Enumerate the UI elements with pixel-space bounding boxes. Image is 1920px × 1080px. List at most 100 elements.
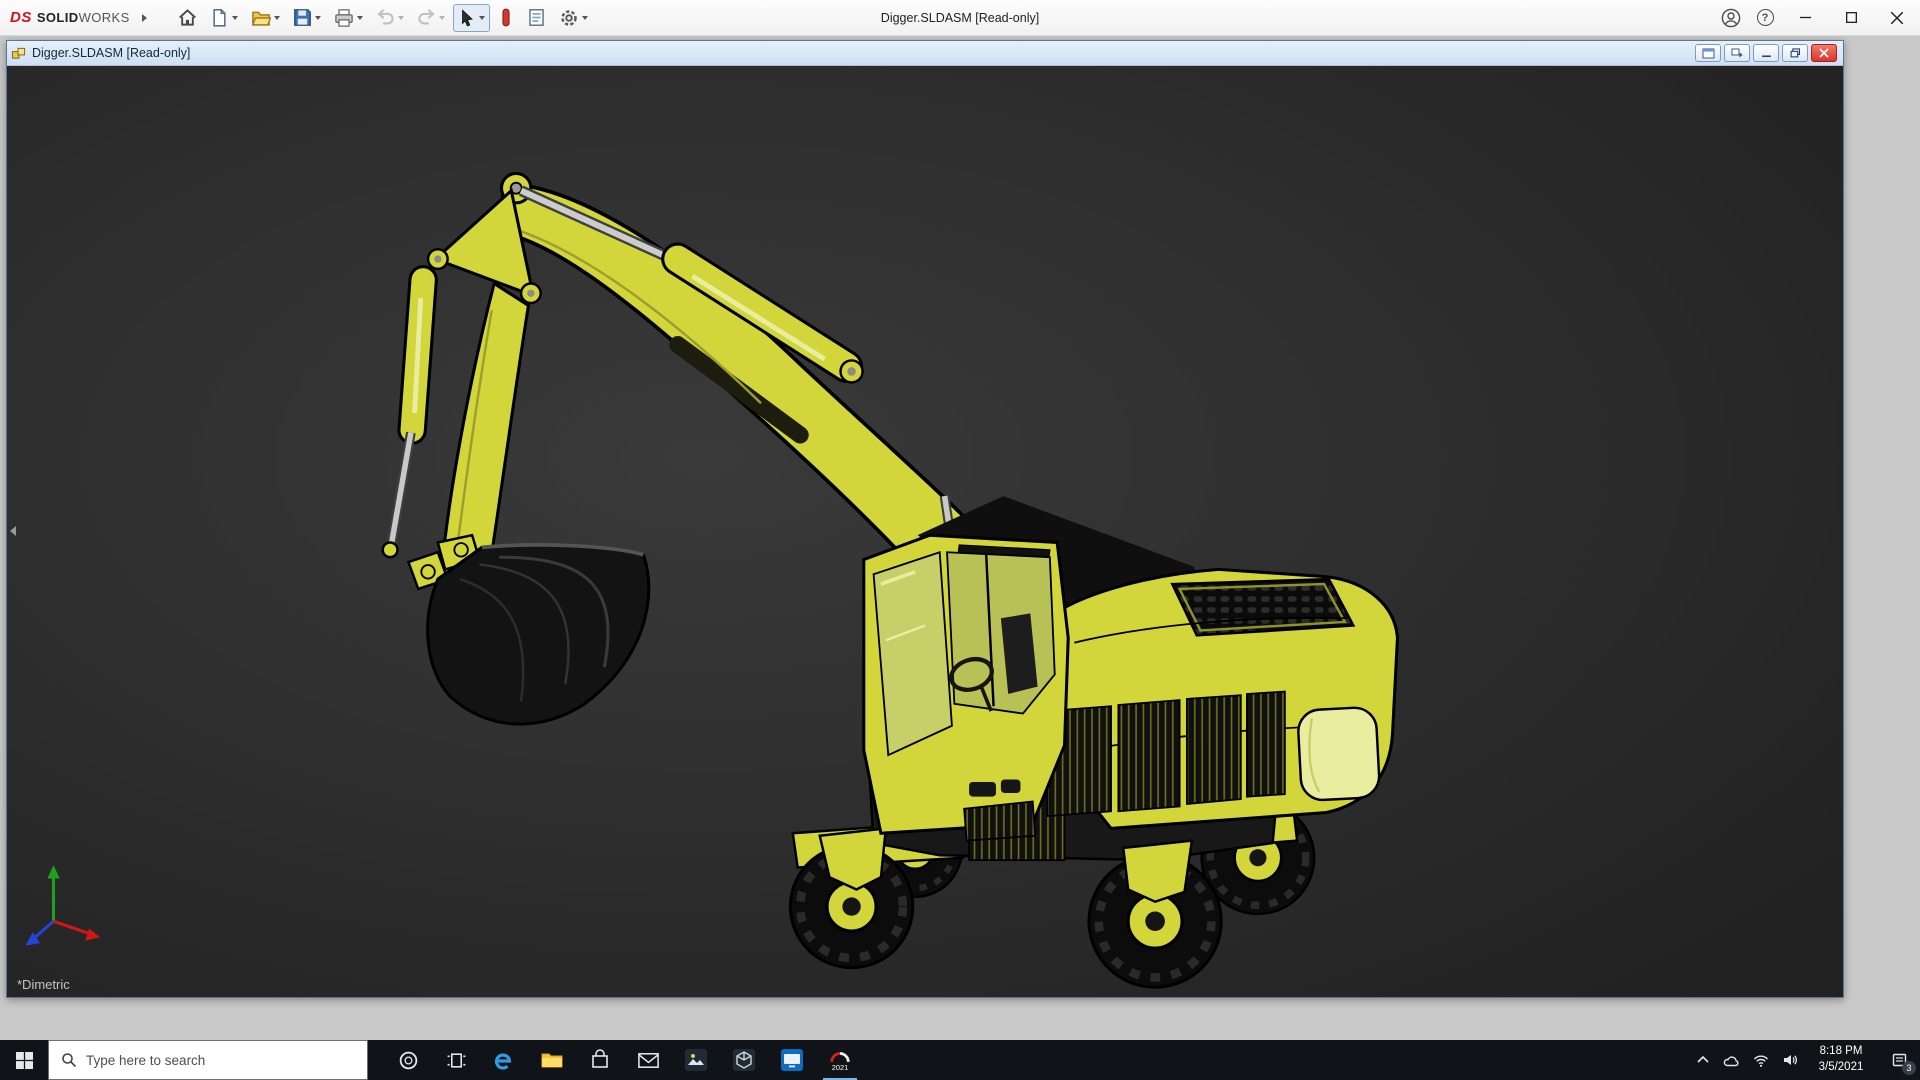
- help-icon: ?: [1756, 9, 1774, 26]
- taskbar: 2021 8:18 PM 3/5/2021: [0, 1040, 1920, 1080]
- close-button[interactable]: [1874, 0, 1920, 36]
- speaker-icon: [1783, 1055, 1797, 1065]
- store-button[interactable]: [576, 1040, 624, 1080]
- account-button[interactable]: [1714, 0, 1748, 36]
- graphics-viewport[interactable]: *Dimetric: [7, 66, 1843, 997]
- taskbar-search[interactable]: [48, 1040, 368, 1080]
- caret-down-icon: [356, 15, 363, 20]
- photos-icon: [685, 1049, 707, 1071]
- save-button[interactable]: [288, 4, 326, 32]
- volume-tray-button[interactable]: [1775, 1040, 1804, 1080]
- mail-icon: [637, 1052, 659, 1068]
- file-explorer-button[interactable]: [528, 1040, 576, 1080]
- minimize-button[interactable]: [1782, 0, 1828, 36]
- cascade-window-icon: [1702, 48, 1714, 58]
- rebuild-button[interactable]: [493, 4, 519, 32]
- onedrive-tray-button[interactable]: [1717, 1040, 1746, 1080]
- caret-down-icon: [231, 15, 238, 20]
- cab[interactable]: [862, 533, 1070, 842]
- titlebar-right: ?: [1714, 0, 1920, 35]
- redo-icon: [418, 8, 435, 25]
- solidworks-icon: 2021: [830, 1052, 850, 1072]
- main-toolbar: [173, 3, 593, 32]
- person-icon: [1721, 8, 1741, 27]
- search-icon: [62, 1053, 77, 1068]
- doc-close-button[interactable]: [1811, 44, 1837, 62]
- select-cursor-icon: [461, 8, 473, 27]
- document-window: Digger.SLDASM [Read-only] *Dimetric: [6, 40, 1844, 998]
- doc-tile-button[interactable]: [1724, 44, 1750, 62]
- clock-date: 3/5/2021: [1818, 1061, 1864, 1073]
- caret-down-icon: [314, 15, 321, 20]
- open-button[interactable]: [246, 4, 285, 32]
- start-button[interactable]: [0, 1040, 48, 1080]
- home-button[interactable]: [173, 4, 202, 32]
- task-view-button[interactable]: [432, 1040, 480, 1080]
- clock-time: 8:18 PM: [1819, 1045, 1863, 1058]
- rebuild-icon: [502, 8, 510, 27]
- gear-icon: [560, 9, 577, 26]
- taskbar-clock[interactable]: 8:18 PM 3/5/2021: [1804, 1044, 1878, 1075]
- view-orientation-label: *Dimetric: [17, 977, 70, 992]
- help-button[interactable]: ?: [1748, 0, 1782, 36]
- redo-button[interactable]: [412, 4, 450, 32]
- close-icon: [1819, 48, 1829, 58]
- side-vent: [1186, 694, 1242, 805]
- solidworks-logo[interactable]: DS SOLIDWORKS: [0, 9, 147, 26]
- side-vent: [1117, 699, 1181, 813]
- search-input[interactable]: [86, 1052, 336, 1068]
- doc-cascade-button[interactable]: [1695, 44, 1721, 62]
- new-document-icon: [213, 9, 226, 27]
- tile-window-icon: [1731, 48, 1743, 57]
- print-button[interactable]: [329, 4, 368, 32]
- new-document-button[interactable]: [205, 4, 243, 32]
- ds-logo: DS: [10, 9, 32, 26]
- minimize-icon: [1799, 16, 1811, 19]
- engine-housing[interactable]: [1046, 567, 1399, 830]
- select-tool-button[interactable]: [452, 3, 490, 32]
- save-icon: [293, 9, 311, 26]
- document-controls: [1695, 44, 1839, 62]
- task-view-icon: [447, 1052, 465, 1068]
- chevron-up-icon: [1696, 1055, 1709, 1063]
- panel-collapse-arrow-icon[interactable]: [7, 516, 18, 546]
- edge-button[interactable]: [480, 1040, 528, 1080]
- menu-flyout-arrow-icon[interactable]: [141, 13, 147, 22]
- caret-down-icon: [581, 15, 588, 20]
- caret-down-icon: [478, 15, 485, 20]
- tray-chevron-button[interactable]: [1688, 1040, 1717, 1080]
- caret-down-icon: [273, 15, 280, 20]
- cortana-button[interactable]: [384, 1040, 432, 1080]
- display-app-button[interactable]: [768, 1040, 816, 1080]
- side-vent: [1245, 690, 1286, 798]
- maximize-icon: [1845, 12, 1857, 23]
- screen: DS SOLIDWORKS Digger.SLDASM [Read-only] …: [0, 0, 1920, 1080]
- store-bag-icon: [592, 1049, 608, 1068]
- wifi-icon: [1753, 1055, 1768, 1067]
- options-button[interactable]: [554, 4, 593, 32]
- document-titlebar[interactable]: Digger.SLDASM [Read-only]: [7, 41, 1843, 66]
- file-properties-button[interactable]: [522, 4, 551, 32]
- maximize-button[interactable]: [1828, 0, 1874, 36]
- display-icon: [781, 1049, 803, 1071]
- undo-button[interactable]: [371, 4, 409, 32]
- front-intake-grille: [963, 800, 1037, 842]
- system-tray: 8:18 PM 3/5/2021 3: [1688, 1040, 1920, 1080]
- cloud-icon: [1723, 1056, 1739, 1067]
- windows-logo-icon: [15, 1051, 33, 1069]
- photos-button[interactable]: [672, 1040, 720, 1080]
- rear-bogie[interactable]: [1121, 839, 1194, 904]
- doc-restore-button[interactable]: [1782, 44, 1808, 62]
- model-canvas[interactable]: [7, 66, 1843, 997]
- solidworks-app-button[interactable]: 2021: [816, 1040, 864, 1080]
- restore-icon: [1790, 48, 1800, 58]
- front-light: [1000, 779, 1021, 793]
- action-center-button[interactable]: 3: [1878, 1040, 1920, 1080]
- doc-minimize-button[interactable]: [1753, 44, 1779, 62]
- network-tray-button[interactable]: [1746, 1040, 1775, 1080]
- solidworks-taskbar-icon: 2021: [828, 1048, 852, 1072]
- mail-button[interactable]: [624, 1040, 672, 1080]
- 3d-cube-icon: [733, 1049, 755, 1071]
- front-light: [969, 781, 996, 797]
- 3d-viewer-button[interactable]: [720, 1040, 768, 1080]
